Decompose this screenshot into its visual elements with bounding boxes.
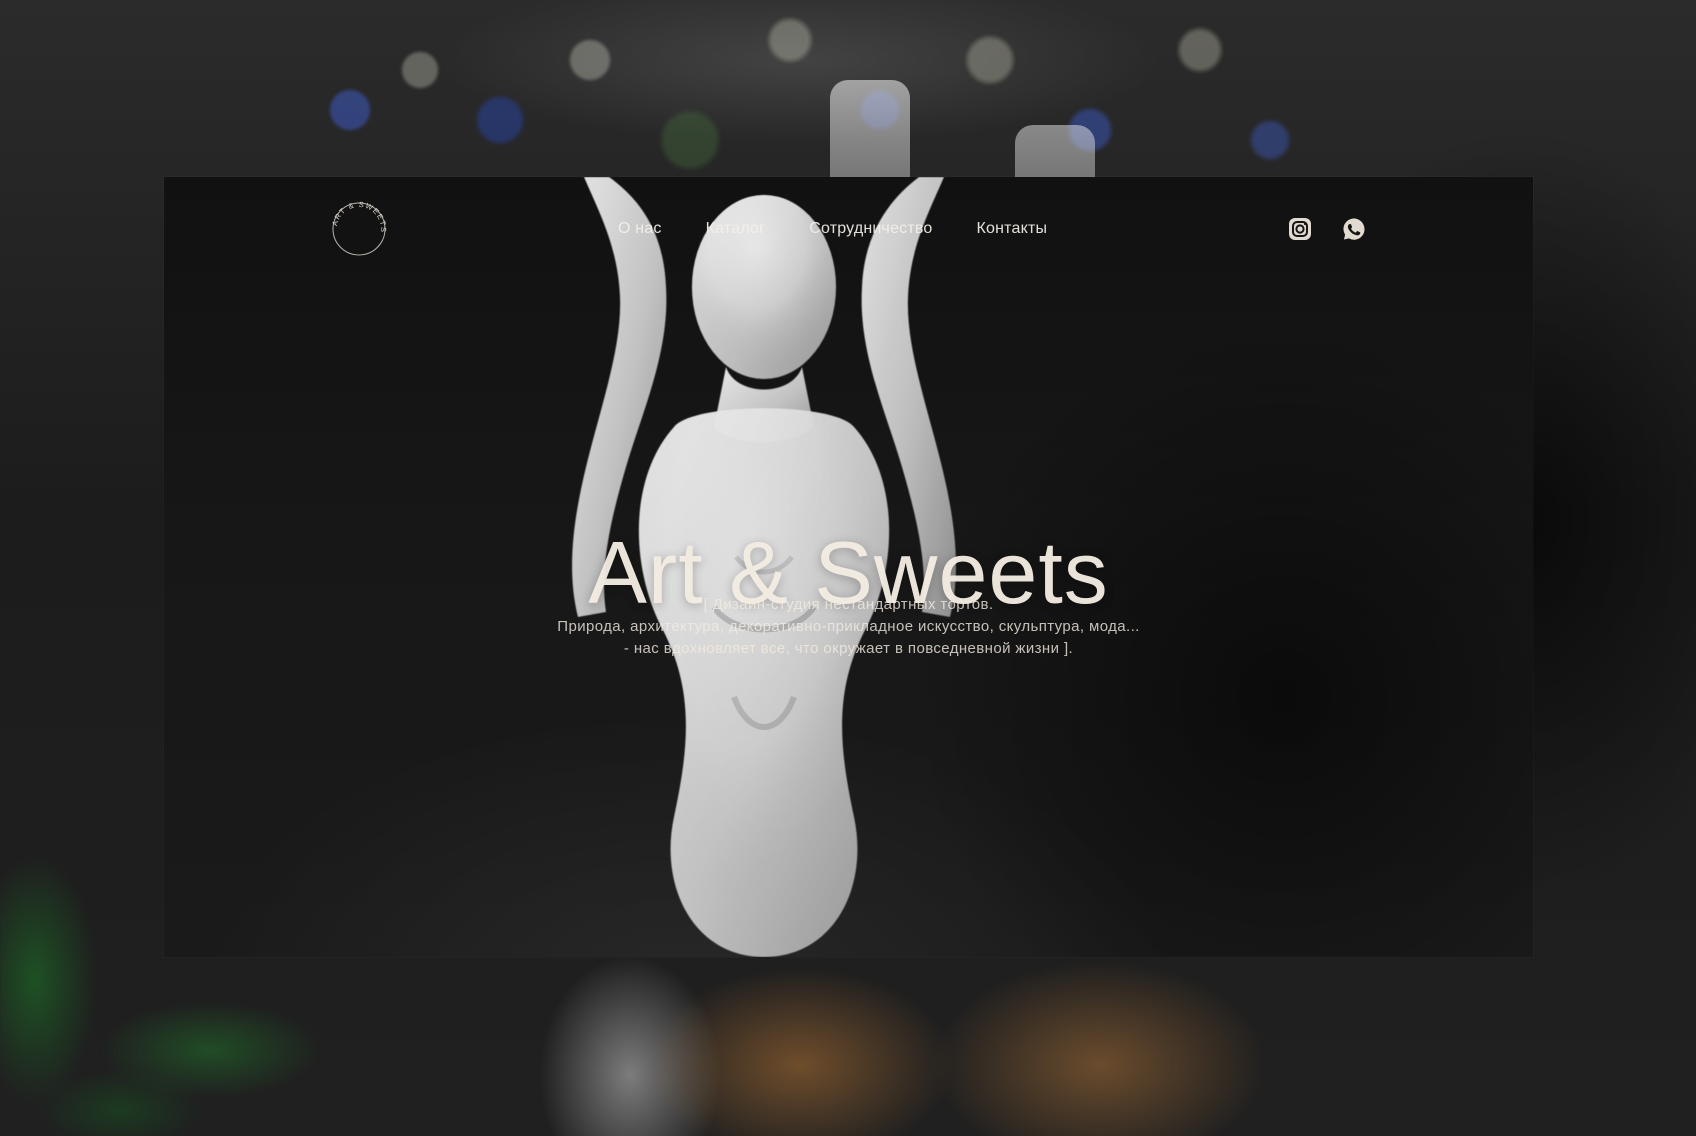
hero-card: ART & SWEETS О нас Каталог Сотрудничеств…	[164, 177, 1533, 957]
hero-subtitle-line-3: - нас вдохновляет все, что окружает в по…	[623, 640, 1074, 657]
logo[interactable]: ART & SWEETS	[329, 199, 389, 259]
main-nav: О нас Каталог Сотрудничество Контакты	[618, 221, 1047, 237]
instagram-icon	[1289, 218, 1311, 240]
hero-subtitle: [ Дизайн-студия нестандартных тортов. Пр…	[164, 594, 1533, 660]
page-background: ART & SWEETS О нас Каталог Сотрудничеств…	[0, 0, 1696, 1136]
whatsapp-button[interactable]	[1340, 215, 1368, 243]
nav-item-catalog[interactable]: Каталог	[706, 221, 766, 237]
logo-text: ART & SWEETS	[330, 200, 387, 234]
nav-item-collaboration[interactable]: Сотрудничество	[809, 221, 932, 237]
top-navigation: ART & SWEETS О нас Каталог Сотрудничеств…	[164, 177, 1533, 287]
instagram-button[interactable]	[1286, 215, 1314, 243]
whatsapp-icon	[1343, 218, 1365, 240]
background-flowers	[230, 0, 1350, 190]
nav-item-contacts[interactable]: Контакты	[977, 221, 1048, 237]
background-cake	[540, 955, 1320, 1136]
svg-text:ART & SWEETS: ART & SWEETS	[330, 200, 388, 234]
hero-subtitle-line-2: Природа, архитектура, декоративно-прикла…	[557, 618, 1140, 635]
nav-item-about[interactable]: О нас	[618, 221, 662, 237]
logo-mark: ART & SWEETS	[330, 200, 388, 256]
social-links	[1286, 215, 1368, 243]
hero-subtitle-line-1: [ Дизайн-студия нестандартных тортов.	[703, 596, 994, 613]
